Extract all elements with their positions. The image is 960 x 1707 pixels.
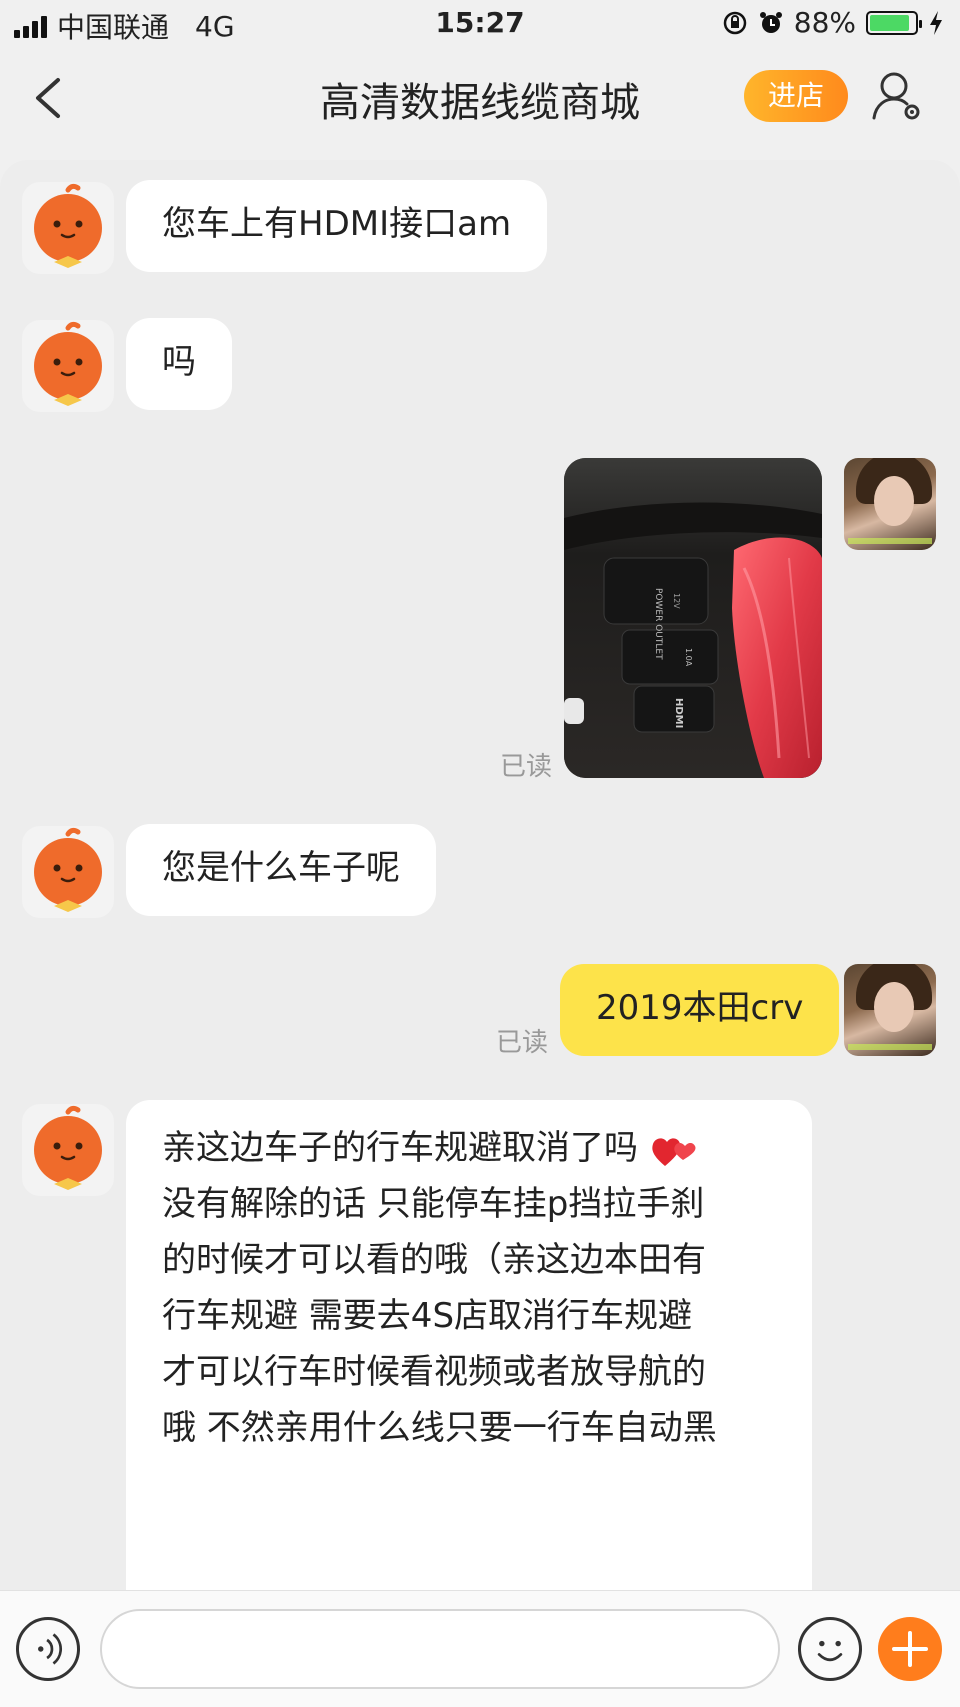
shop-avatar[interactable] bbox=[22, 826, 114, 918]
message-input[interactable] bbox=[100, 1609, 780, 1689]
pumpkin-mascot-icon bbox=[34, 827, 102, 912]
shop-avatar[interactable] bbox=[22, 182, 114, 274]
voice-icon[interactable] bbox=[16, 1617, 80, 1681]
message-bubble[interactable]: 亲这边车子的行车规避取消了吗 没有解除的话 只能停车挂p挡拉手刹 的时候才可以看… bbox=[126, 1100, 812, 1590]
input-bar bbox=[0, 1590, 960, 1707]
message-line: 才可以行车时候看视频或者放导航的 bbox=[162, 1352, 706, 1392]
pumpkin-mascot-icon bbox=[34, 321, 102, 406]
car-console-photo: POWER OUTLET 12V 1.0A HDMI bbox=[564, 458, 822, 778]
sent-photo[interactable]: POWER OUTLET 12V 1.0A HDMI bbox=[564, 458, 822, 778]
my-avatar[interactable] bbox=[844, 458, 936, 550]
battery-icon bbox=[866, 10, 922, 35]
plus-icon[interactable] bbox=[878, 1617, 942, 1681]
port-label: 1.0A bbox=[684, 648, 693, 667]
port-label: HDMI bbox=[673, 698, 684, 728]
enter-shop-button[interactable]: 进店 bbox=[744, 70, 848, 122]
message-bubble[interactable]: 您是什么车子呢 bbox=[126, 824, 436, 916]
message-bubble[interactable]: 吗 bbox=[126, 318, 232, 410]
charging-icon bbox=[930, 10, 942, 35]
pumpkin-mascot-icon bbox=[34, 1105, 102, 1190]
my-avatar[interactable] bbox=[844, 964, 936, 1056]
shop-avatar[interactable] bbox=[22, 320, 114, 412]
smiley-icon[interactable] bbox=[798, 1617, 862, 1681]
heart-icon bbox=[652, 1137, 696, 1166]
user-settings-icon[interactable] bbox=[868, 66, 928, 126]
shop-avatar[interactable] bbox=[22, 1104, 114, 1196]
rotation-lock-icon bbox=[723, 11, 747, 34]
message-line: 没有解除的话 只能停车挂p挡拉手刹 bbox=[162, 1184, 705, 1224]
port-label: POWER OUTLET bbox=[653, 588, 663, 660]
battery-percent: 88% bbox=[793, 6, 856, 39]
port-label: 12V bbox=[672, 593, 681, 609]
my-message-bubble[interactable]: 2019本田crv bbox=[560, 964, 840, 1056]
chat-area[interactable]: 您车上有HDMI接口am 吗 已读 POWER OUTLET 12V 1.0A … bbox=[0, 160, 960, 1590]
message-line: 行车规避 需要去4S店取消行车规避 bbox=[162, 1296, 693, 1336]
message-line: 哦 不然亲用什么线只要一行车自动黑 bbox=[162, 1408, 717, 1448]
alarm-icon bbox=[759, 11, 782, 33]
message-line: 亲这边车子的行车规避取消了吗 bbox=[162, 1120, 776, 1176]
read-receipt: 已读 bbox=[500, 752, 553, 782]
status-bar: 中国联通 4G 15:27 88% bbox=[0, 0, 960, 48]
message-bubble[interactable]: 您车上有HDMI接口am bbox=[126, 180, 548, 272]
nav-bar: 高清数据线缆商城 进店 bbox=[0, 48, 960, 148]
read-receipt: 已读 bbox=[496, 1028, 549, 1058]
pumpkin-mascot-icon bbox=[34, 183, 102, 268]
message-line: 的时候才可以看的哦（亲这边本田有 bbox=[162, 1240, 706, 1280]
